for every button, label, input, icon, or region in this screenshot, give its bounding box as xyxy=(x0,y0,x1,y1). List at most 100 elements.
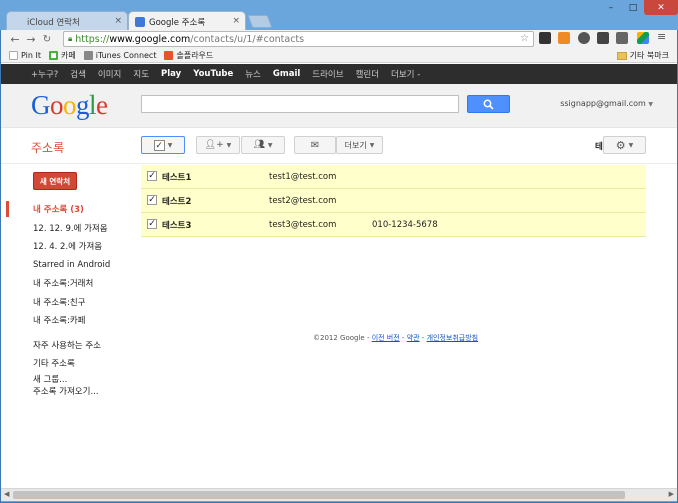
copyright-text: ©2012 Google - xyxy=(313,334,372,342)
other-bookmarks-label: 기타 북마크 xyxy=(629,51,669,60)
settings-button[interactable]: ⚙ ▼ xyxy=(603,136,646,154)
chevron-down-icon: ▼ xyxy=(369,141,375,149)
drive-extension-icon[interactable] xyxy=(637,32,649,44)
gbar-item[interactable]: Gmail xyxy=(273,69,300,79)
pin-extension-icon[interactable] xyxy=(597,32,609,44)
close-tab-icon[interactable]: × xyxy=(114,16,122,26)
url-scheme: https:// xyxy=(75,33,110,45)
sidebar-item-imported-1[interactable]: 12. 12. 9.에 가져옴 xyxy=(1,219,131,238)
privacy-link[interactable]: 개인정보취급방침 xyxy=(427,334,479,342)
gbar-item[interactable]: 지도 xyxy=(133,68,149,80)
add-person-icon: 👤︎+ xyxy=(204,140,224,150)
buffer-extension-icon[interactable] xyxy=(539,32,551,44)
itunes-icon xyxy=(83,50,93,60)
terms-link[interactable]: 약관 xyxy=(407,334,420,342)
apple-icon xyxy=(13,17,23,27)
google-header: Google ssignapp@gmail.com ▼ xyxy=(1,84,677,128)
row-checkbox[interactable]: ✓ xyxy=(147,219,157,229)
pocket-extension-icon[interactable] xyxy=(578,32,590,44)
sidebar-item-clients[interactable]: 내 주소록:거래처 xyxy=(1,274,131,293)
sidebar-item-new-group[interactable]: 새 그룹... xyxy=(1,373,131,385)
bookmark-item[interactable]: Pin It xyxy=(9,50,41,60)
gbar-item[interactable]: 검색 xyxy=(70,68,86,80)
account-menu[interactable]: ssignapp@gmail.com ▼ xyxy=(560,99,653,108)
chevron-down-icon: ▼ xyxy=(648,101,653,108)
envelope-icon: ✉ xyxy=(310,139,320,151)
back-button[interactable]: ← xyxy=(7,33,23,46)
folder-icon xyxy=(616,51,627,60)
sidebar-item-other-contacts[interactable]: 기타 주소록 xyxy=(1,354,131,373)
sidebar-item-my-contacts[interactable]: 내 주소록 (3) xyxy=(1,200,131,219)
gbar-item[interactable]: YouTube xyxy=(193,69,233,79)
tab-title: iCloud 연락처 xyxy=(27,17,80,28)
contacts-favicon-icon xyxy=(135,17,145,27)
maximize-button[interactable]: □ xyxy=(622,0,644,15)
minimize-button[interactable]: – xyxy=(600,0,622,15)
scroll-left-icon[interactable]: ◀ xyxy=(4,490,9,498)
contact-name[interactable]: 테스트1 xyxy=(162,171,191,183)
sidebar-item-starred-android[interactable]: Starred in Android xyxy=(1,256,131,275)
table-row[interactable]: ✓ 테스트3 test3@test.com 010-1234-5678 xyxy=(141,213,646,237)
logo-letter: e xyxy=(96,90,108,120)
gbar-item[interactable]: 드라이브 xyxy=(312,68,343,80)
table-row[interactable]: ✓ 테스트1 test1@test.com xyxy=(141,165,646,189)
gbar-item-active[interactable]: Play xyxy=(161,69,181,79)
contact-phone: 010-1234-5678 xyxy=(372,219,438,230)
app-bar: 주소록 ✓ ▼ 👤︎+ ▼ 👥︎ ▼ ✉ 더보기 ▼ 테 트3 ⚙ ▼ xyxy=(1,128,677,164)
evernote-extension-icon[interactable] xyxy=(616,32,628,44)
bookmark-star-icon[interactable]: ☆ xyxy=(520,33,529,44)
tab-google-contacts[interactable]: Google 주소록 × xyxy=(128,11,246,32)
page-title[interactable]: 주소록 xyxy=(31,139,64,156)
row-checkbox[interactable]: ✓ xyxy=(147,195,157,205)
forward-button[interactable]: → xyxy=(23,33,39,46)
contact-list: ✓ 테스트1 test1@test.com ✓ 테스트2 test2@test.… xyxy=(141,165,646,237)
chevron-down-icon: ▼ xyxy=(226,141,232,149)
reload-button[interactable]: ↻ xyxy=(39,34,55,45)
scrollbar-thumb[interactable] xyxy=(13,491,625,499)
sidebar-item-import[interactable]: 주소록 가져오기... xyxy=(1,385,131,397)
table-row[interactable]: ✓ 테스트2 test2@test.com xyxy=(141,189,646,213)
row-checkbox[interactable]: ✓ xyxy=(147,171,157,181)
new-tab-button[interactable] xyxy=(247,15,273,28)
bookmark-item[interactable]: 솔플라우드 xyxy=(164,50,213,61)
chevron-down-icon: ▼ xyxy=(628,141,634,149)
window-close-button[interactable]: ✕ xyxy=(644,0,678,15)
contact-email: test1@test.com xyxy=(269,171,337,182)
gbar-item[interactable]: 캘린더 xyxy=(356,68,379,80)
contact-name[interactable]: 테스트3 xyxy=(162,219,191,231)
gbar-item[interactable]: 이미지 xyxy=(98,68,121,80)
search-button[interactable] xyxy=(467,95,510,113)
group-icon: 👥︎ xyxy=(253,140,265,150)
groups-button[interactable]: 👥︎ ▼ xyxy=(241,136,285,154)
scroll-right-icon[interactable]: ▶ xyxy=(669,490,674,498)
tab-icloud-contacts[interactable]: iCloud 연락처 × xyxy=(6,11,128,31)
sidebar-item-frequent[interactable]: 자주 사용하는 주소 xyxy=(1,336,131,355)
other-bookmarks[interactable]: 기타 북마크 xyxy=(616,50,669,61)
gear-icon: ⚙ xyxy=(615,138,626,152)
horizontal-scrollbar[interactable]: ◀ ▶ xyxy=(1,488,677,501)
close-tab-icon[interactable]: × xyxy=(232,16,240,26)
bookmark-item[interactable]: 카페 xyxy=(48,50,76,61)
contact-name[interactable]: 테스트2 xyxy=(162,195,191,207)
new-contact-button[interactable]: 새 연락처 xyxy=(33,172,77,190)
sidebar-item-imported-2[interactable]: 12. 4. 2.에 가져옴 xyxy=(1,237,131,256)
menu-icon[interactable]: ≡ xyxy=(657,30,669,43)
sidebar-item-cafe[interactable]: 내 주소록:카페 xyxy=(1,311,131,330)
email-button[interactable]: ✉ xyxy=(294,136,336,154)
add-to-my-contacts-button[interactable]: 👤︎+ ▼ xyxy=(196,136,240,154)
c-extension-icon[interactable] xyxy=(558,32,570,44)
bookmark-item[interactable]: iTunes Connect xyxy=(83,50,156,60)
separator: - xyxy=(399,334,407,342)
contact-email: test3@test.com xyxy=(269,219,337,230)
search-input[interactable] xyxy=(141,95,459,113)
gbar-item[interactable]: 뉴스 xyxy=(245,68,261,80)
gbar-item[interactable]: 더보기 - xyxy=(391,68,420,80)
gbar-item[interactable]: +누구? xyxy=(31,68,58,80)
select-checkbox-button[interactable]: ✓ ▼ xyxy=(141,136,185,154)
more-button[interactable]: 더보기 ▼ xyxy=(336,136,383,154)
google-logo[interactable]: Google xyxy=(31,90,108,121)
more-label: 더보기 xyxy=(344,140,367,150)
sidebar-item-friends[interactable]: 내 주소록:친구 xyxy=(1,293,131,312)
old-version-link[interactable]: 이전 버전 xyxy=(372,334,400,342)
address-bar[interactable]: 🔒︎ https://www.google.com/contacts/u/1/#… xyxy=(63,31,534,47)
